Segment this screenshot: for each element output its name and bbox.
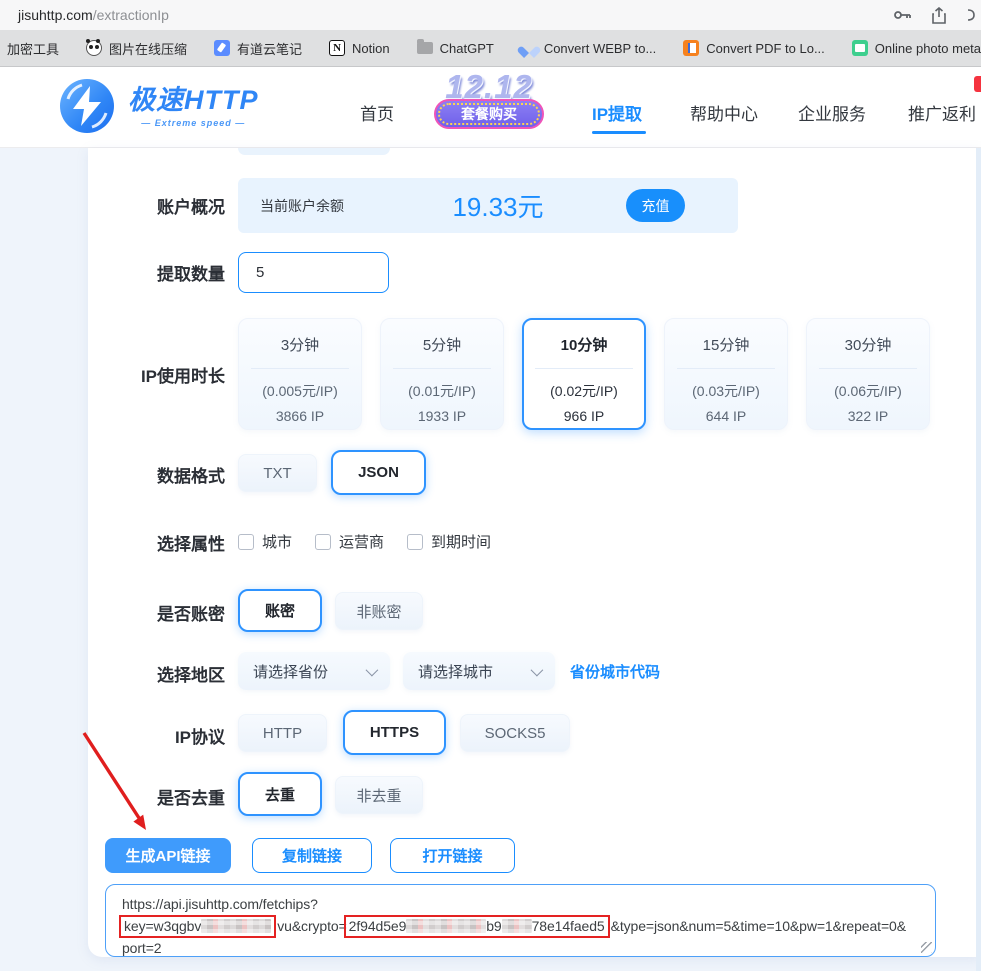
attr-checkbox-city[interactable]: 城市 <box>238 531 292 552</box>
nav-home[interactable]: 首页 <box>360 100 394 125</box>
checkbox-icon[interactable] <box>407 533 424 550</box>
auth-option-no-credentials[interactable]: 非账密 <box>335 592 423 630</box>
divider <box>393 368 491 369</box>
bookmark-convert-pdf[interactable]: Convert PDF to Lo... <box>683 40 825 56</box>
duration-option-30min[interactable]: 30分钟 (0.06元/IP) 322 IP <box>806 318 930 430</box>
nav-enterprise[interactable]: 企业服务 <box>798 100 866 125</box>
generate-api-link-button[interactable]: 生成API链接 <box>105 838 231 873</box>
account-overview-label: 账户概况 <box>157 198 225 217</box>
bookmark-chatgpt-folder[interactable]: ChatGPT <box>416 39 494 56</box>
duration-option-5min[interactable]: 5分钟 (0.01元/IP) 1933 IP <box>380 318 504 430</box>
auth-label: 是否账密 <box>157 605 225 624</box>
attrs-label: 选择属性 <box>157 535 225 554</box>
quantity-label: 提取数量 <box>157 265 225 284</box>
password-key-icon[interactable] <box>894 9 911 21</box>
page-content: 账户概况 当前账户余额 19.33元 充值 提取数量 IP使用时长 3分钟 (0… <box>0 148 981 971</box>
nav-referral-badge <box>974 76 981 92</box>
pen-icon <box>214 40 231 56</box>
chevron-down-icon <box>365 663 379 676</box>
balance-value: 19.33元 <box>452 192 544 222</box>
url-path: /extractionIp <box>92 7 169 23</box>
province-city-code-link[interactable]: 省份城市代码 <box>570 661 660 682</box>
divider <box>677 368 775 369</box>
heart-icon <box>521 40 537 56</box>
duration-label: IP使用时长 <box>140 367 225 386</box>
dedupe-option-no[interactable]: 非去重 <box>335 776 423 814</box>
logo-title: 极速HTTP <box>128 84 259 115</box>
key-redaction-highlight-box: key=w3qgbv <box>119 915 277 938</box>
lightning-logo-icon <box>60 79 114 133</box>
format-option-txt[interactable]: TXT <box>238 454 317 492</box>
pixelated-redaction <box>406 919 487 933</box>
bookmark-notion[interactable]: N Notion <box>329 40 390 56</box>
api-url-textarea[interactable]: https://api.jisuhttp.com/fetchips? key=w… <box>105 884 936 957</box>
bookmarks-bar: 加密工具 图片在线压缩 有道云笔记 N Notion ChatGPT Conve… <box>0 30 981 67</box>
attr-checkbox-isp[interactable]: 运营商 <box>315 531 384 552</box>
textarea-resize-handle[interactable] <box>921 942 932 953</box>
url-host: jisuhttp.com <box>18 7 93 23</box>
protocol-label: IP协议 <box>174 728 225 747</box>
browser-window: jisuhttp.com/extractionIp 加密工具 图片在线压缩 有道… <box>0 0 981 971</box>
api-url-line2: key=w3qgbv vu&crypto= 2f94d5e9 b9 78e14faed5… <box>119 915 935 938</box>
duration-option-15min[interactable]: 15分钟 (0.03元/IP) 644 IP <box>664 318 788 430</box>
divider <box>251 368 349 369</box>
notion-icon: N <box>329 40 346 56</box>
share-icon[interactable] <box>932 6 946 24</box>
promo-package-button: 套餐购买 <box>434 99 544 129</box>
bookmark-image-compress[interactable]: 图片在线压缩 <box>86 39 187 58</box>
promo-badge[interactable]: 12.12 套餐购买 <box>430 69 548 145</box>
api-url-line1: https://api.jisuhttp.com/fetchips? <box>122 896 318 912</box>
nav-help-center[interactable]: 帮助中心 <box>690 100 758 125</box>
extraction-form-card: 账户概况 当前账户余额 19.33元 充值 提取数量 IP使用时长 3分钟 (0… <box>88 148 981 957</box>
logo-subtitle: — Extreme speed — <box>141 117 246 128</box>
panda-icon <box>86 39 103 56</box>
recharge-button[interactable]: 充值 <box>626 189 685 222</box>
bookmark-convert-webp[interactable]: Convert WEBP to... <box>521 40 656 56</box>
pdf-icon <box>683 40 700 56</box>
bookmark-photo-meta[interactable]: Online photo meta... <box>851 40 981 56</box>
bookmark-encrypt-tool[interactable]: 加密工具 <box>0 39 59 58</box>
site-header: 极速HTTP — Extreme speed — 首页 12.12 套餐购买 I… <box>0 67 981 148</box>
quantity-input[interactable] <box>238 252 389 293</box>
bookmark-youdao-note[interactable]: 有道云笔记 <box>214 39 302 58</box>
duration-option-10min-selected[interactable]: 10分钟 (0.02元/IP) 966 IP <box>522 318 646 430</box>
open-link-button[interactable]: 打开链接 <box>390 838 515 873</box>
scrolled-element-remnant <box>238 148 390 155</box>
region-label: 选择地区 <box>157 666 225 685</box>
url-bar[interactable]: jisuhttp.com/extractionIp <box>18 7 169 23</box>
attr-checkbox-expire[interactable]: 到期时间 <box>407 531 491 552</box>
nav-ip-extract[interactable]: IP提取 <box>592 100 642 125</box>
page-scrollbar[interactable] <box>976 148 981 971</box>
province-dropdown[interactable]: 请选择省份 <box>238 652 390 690</box>
pixelated-redaction <box>201 919 272 933</box>
folder-icon <box>416 39 433 56</box>
crypto-redaction-highlight-box: 2f94d5e9 b9 78e14faed5 <box>343 915 610 938</box>
site-logo[interactable]: 极速HTTP — Extreme speed — <box>60 79 259 133</box>
checkbox-icon[interactable] <box>238 533 254 550</box>
copy-link-button[interactable]: 复制链接 <box>252 838 372 873</box>
format-option-json-selected[interactable]: JSON <box>331 450 426 495</box>
api-url-line3: port=2 <box>122 940 162 956</box>
format-label: 数据格式 <box>157 467 225 486</box>
divider <box>535 368 633 369</box>
protocol-option-socks5[interactable]: SOCKS5 <box>460 714 570 752</box>
divider <box>819 368 917 369</box>
dedupe-option-yes-selected[interactable]: 去重 <box>238 772 322 816</box>
city-dropdown[interactable]: 请选择城市 <box>403 652 555 690</box>
dedupe-label: 是否去重 <box>157 789 225 808</box>
auth-option-credentials-selected[interactable]: 账密 <box>238 589 322 632</box>
duration-option-3min[interactable]: 3分钟 (0.005元/IP) 3866 IP <box>238 318 362 430</box>
chevron-down-icon <box>530 663 544 676</box>
balance-label: 当前账户余额 <box>260 197 344 214</box>
nav-referral[interactable]: 推广返利 <box>908 100 976 125</box>
nav-active-underline <box>592 131 646 134</box>
browser-titlebar: jisuhttp.com/extractionIp <box>0 0 981 30</box>
photo-icon <box>851 40 868 56</box>
checkbox-icon[interactable] <box>315 533 332 550</box>
account-balance-panel: 当前账户余额 19.33元 充值 <box>238 178 738 233</box>
pixelated-redaction <box>501 919 532 933</box>
protocol-option-http[interactable]: HTTP <box>238 714 327 752</box>
protocol-option-https-selected[interactable]: HTTPS <box>343 710 446 755</box>
clipped-toolbar-icon[interactable] <box>967 8 975 22</box>
